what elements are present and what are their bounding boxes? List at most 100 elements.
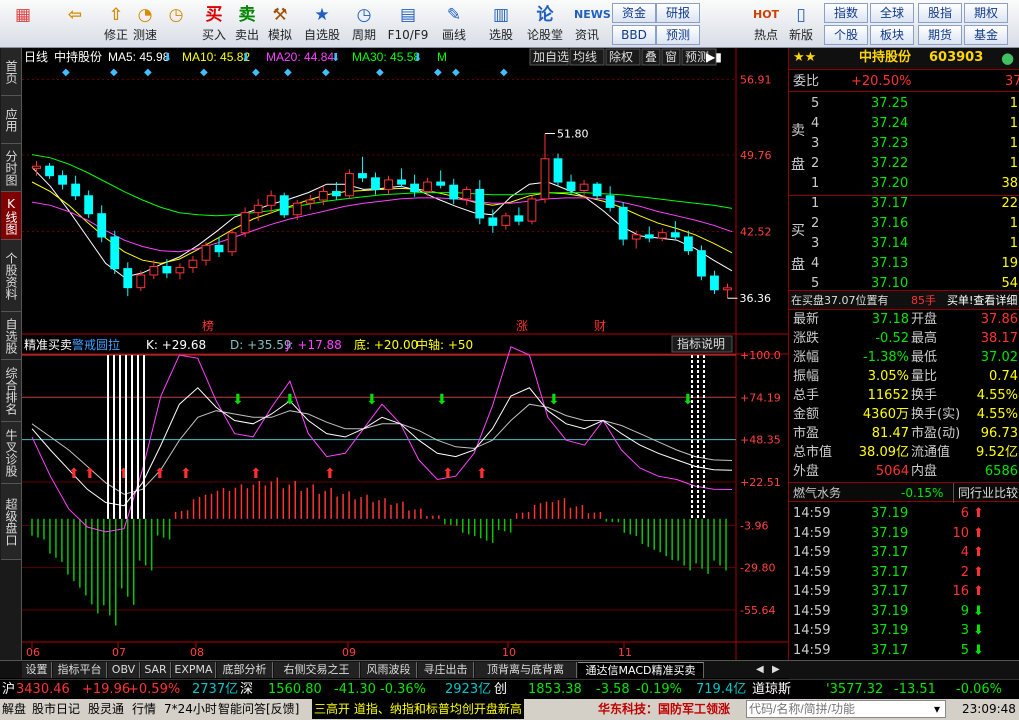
dj-index-value[interactable]: '3577.32 <box>826 680 883 700</box>
indicator-tab[interactable]: OBV <box>108 662 140 678</box>
bid-row[interactable]: 1 37.17 22 <box>789 194 1019 214</box>
sz-index-value[interactable]: 1560.80 <box>268 680 322 700</box>
bid-row[interactable]: 2 37.16 1 <box>789 214 1019 234</box>
toolbar-square-button[interactable]: 指数 <box>824 3 868 23</box>
tick-volume: 5 <box>960 642 969 658</box>
simulate-button[interactable]: ⚒ 模拟 <box>263 2 297 46</box>
quote-key: 开盘 <box>911 312 938 327</box>
indicator-tab[interactable]: 底部分析 <box>217 662 273 678</box>
indicator-explain-button[interactable]: 指标说明 <box>671 335 733 353</box>
bid-row[interactable]: 3 37.14 1 <box>789 234 1019 254</box>
industry-compare-button[interactable]: 同行业比较 <box>953 483 1018 503</box>
ask-row[interactable]: 5 37.25 1 <box>789 94 1019 114</box>
toolbar-square-button[interactable]: 预测 <box>656 25 700 45</box>
status-item[interactable]: 行情 <box>132 699 156 719</box>
windows-menu-button[interactable]: ▦ <box>0 2 46 46</box>
indicator-tab[interactable]: 右侧交易之王 <box>274 662 360 678</box>
toolbar-square-button[interactable]: 基金 <box>964 25 1008 45</box>
draw-button[interactable]: ✎ 画线 <box>432 2 476 46</box>
chart-header-button[interactable]: 加自选 <box>529 48 569 66</box>
newversion-button[interactable]: ▯ 新版 <box>785 2 817 46</box>
toolbar-square-button[interactable]: 全球 <box>870 3 914 23</box>
indicator-tab[interactable]: 寻庄出击 <box>418 662 474 678</box>
status-item[interactable]: 7*24小时 <box>164 699 217 719</box>
order-detail-link[interactable]: 买单!查看详细 <box>947 291 1017 311</box>
watchlist-button[interactable]: ★ 自选股 <box>301 2 343 46</box>
indicator-tab[interactable]: SAR <box>141 662 171 678</box>
tick-volume: 16 <box>952 584 969 599</box>
cy-index-value[interactable]: 1853.38 <box>528 680 582 700</box>
indicator-tab[interactable]: 顶背离与底背离 <box>475 662 577 678</box>
kline-chart[interactable]: 日线 中持股份 MA5: 45.98 MA10: 45.82 MA20: 44.84 MA… <box>22 48 788 660</box>
period-button[interactable]: ◷ 周期 <box>346 2 382 46</box>
ask-row[interactable]: 2 37.22 1 <box>789 154 1019 174</box>
sidebar-tab[interactable]: 超级盘口 <box>1 484 21 560</box>
status-item[interactable]: 解盘 <box>2 699 26 719</box>
back-button[interactable]: ⇦ <box>58 2 92 46</box>
tab-scroll-left-icon[interactable]: ◀ <box>756 662 770 678</box>
sector-name[interactable]: 燃气水务 <box>793 483 841 503</box>
indicator-tab[interactable]: EXPMA <box>172 662 216 678</box>
sidebar-tab[interactable]: 首页 <box>1 48 21 96</box>
globe-icon[interactable]: ● <box>1001 48 1014 68</box>
toolbar-square-button[interactable]: 研报 <box>656 3 700 23</box>
bid-row[interactable]: 4 37.13 19 <box>789 254 1019 274</box>
sidebar-tab[interactable]: K线图 <box>1 192 21 240</box>
star-icon[interactable]: ★★ <box>793 48 816 68</box>
tab-scroll-right-icon[interactable]: ▶ <box>772 662 786 678</box>
search-icon[interactable]: ▾ <box>934 699 940 719</box>
news-ticker[interactable]: 三高开 道指、纳指和标普均创开盘新高 <box>312 699 524 719</box>
event-mark[interactable]: 榜 <box>202 318 214 333</box>
toolbar-square-button[interactable]: 个股 <box>824 25 868 45</box>
ask-volume: 1 <box>1009 136 1018 151</box>
status-item[interactable]: 智能问答[反馈] <box>218 699 299 719</box>
chart-header-button[interactable]: 除权 <box>605 48 641 66</box>
toolbar-square-button[interactable]: 股指 <box>918 3 962 23</box>
toolbar-square-button[interactable]: 期货 <box>918 25 962 45</box>
indicator-tab[interactable]: 设置 <box>22 662 52 678</box>
order-alert-row[interactable]: 在买盘37.07位置有 85手 买单!查看详细 <box>789 290 1019 310</box>
chart-header-button[interactable]: 叠 <box>641 48 661 66</box>
news-button[interactable]: NEWS 资讯 <box>567 2 611 46</box>
sidebar-tab[interactable]: 应用 <box>1 96 21 144</box>
sidebar-tab[interactable]: 综合排名 <box>1 360 21 422</box>
sz-index-amount: 2923亿 <box>445 682 492 697</box>
ask-row[interactable]: 4 37.24 1 <box>789 114 1019 134</box>
tick-time: 14:59 <box>793 525 831 541</box>
f10-label: F10/F9 <box>387 28 429 42</box>
status-item[interactable]: 股市日记 <box>32 699 80 719</box>
status-item[interactable]: 股灵通 <box>88 699 124 719</box>
screener-button[interactable]: ▥ 选股 <box>480 2 522 46</box>
event-mark[interactable]: 财 <box>594 319 606 333</box>
clock-button[interactable]: ◷ <box>161 2 191 46</box>
toolbar-square-button[interactable]: 板块 <box>870 25 914 45</box>
stock-ticker[interactable]: 华东科技：国防军工领涨 <box>598 699 730 719</box>
search-input[interactable] <box>746 700 946 718</box>
chart-menu-icon[interactable]: ▶▮ <box>706 50 722 64</box>
toolbar-square-button[interactable]: BBD <box>612 25 656 45</box>
event-mark[interactable]: 涨 <box>516 318 528 333</box>
sidebar-tab[interactable]: 自选股 <box>1 312 21 360</box>
sh-index-value[interactable]: 3430.46 <box>16 680 70 700</box>
toolbar-square-button[interactable]: 资金 <box>612 3 656 23</box>
f10-button[interactable]: ▤ F10/F9 <box>386 2 430 46</box>
hot-button[interactable]: HOT 热点 <box>750 2 782 46</box>
time-axis-label: 10 <box>502 646 516 659</box>
chart-header-button[interactable]: 窗 <box>661 48 681 66</box>
indicator-tab[interactable]: 指标平台 <box>53 662 107 678</box>
ask-row[interactable]: 1 37.20 38 <box>789 174 1019 194</box>
ask-row[interactable]: 3 37.23 1 <box>789 134 1019 154</box>
indicator-tab[interactable]: 风雨波段 <box>361 662 417 678</box>
quote-value: 38.09亿 <box>858 445 909 460</box>
sidebar-tab[interactable]: 牛叉诊股 <box>1 422 21 484</box>
sidebar-tab[interactable]: 个股资料 <box>1 240 21 312</box>
speed-button[interactable]: ◔ 测速 <box>130 2 160 46</box>
fix-button[interactable]: ⇧ 修正 <box>101 2 131 46</box>
chart-header-button[interactable]: 均线 <box>569 48 605 66</box>
indicator-tab[interactable]: 通达信MACD精准买卖 <box>578 662 704 678</box>
buy-button[interactable]: 买买入 <box>198 2 230 46</box>
sidebar-tab[interactable]: 分时图 <box>1 144 21 192</box>
sell-button[interactable]: 卖卖出 <box>231 2 263 46</box>
toolbar-square-button[interactable]: 期权 <box>964 3 1008 23</box>
forum-button[interactable]: 论论股堂 <box>524 2 566 46</box>
